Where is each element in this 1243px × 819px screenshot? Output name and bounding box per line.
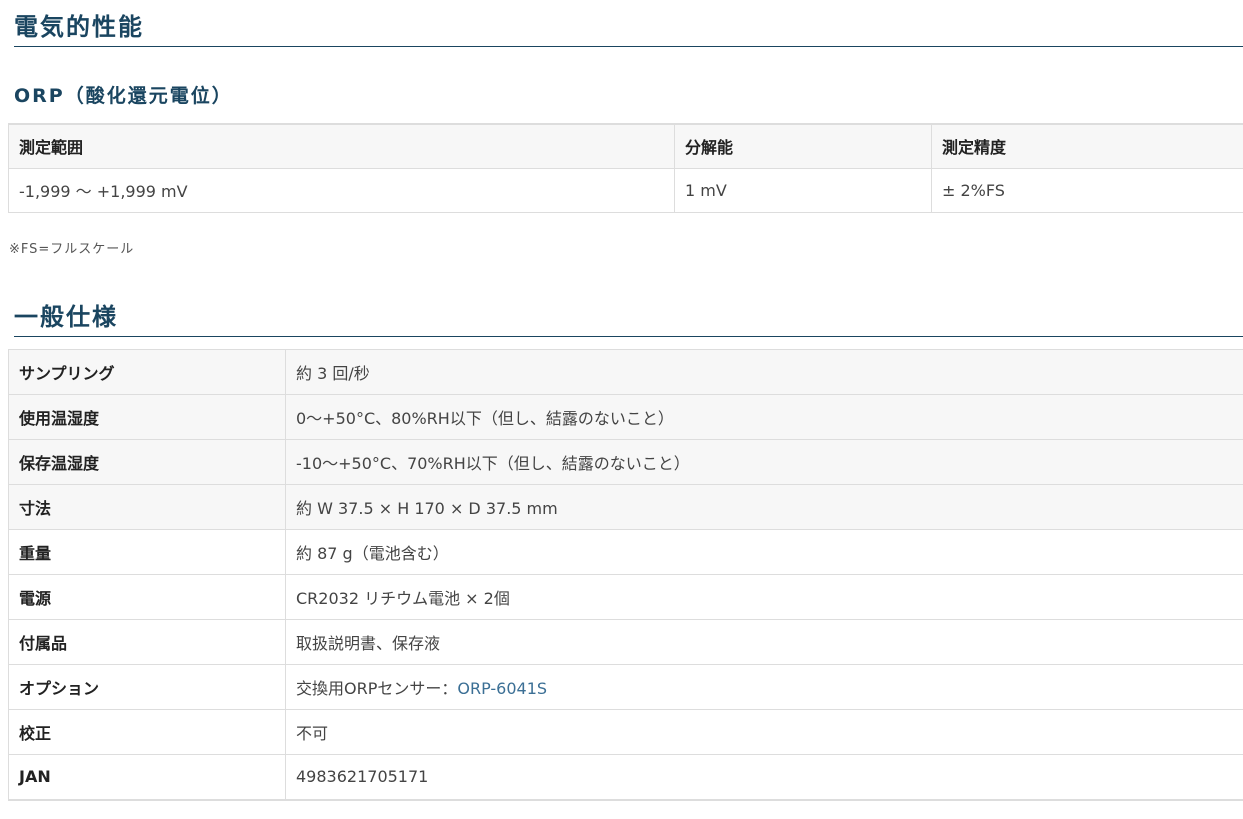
- spec-value: -10〜+50°C、70%RH以下（但し、結露のないこと）: [285, 439, 1243, 485]
- spec-value: 0〜+50°C、80%RH以下（但し、結露のないこと）: [285, 394, 1243, 440]
- spec-value: 取扱説明書、保存液: [285, 619, 1243, 665]
- spec-value: 約 W 37.5 × H 170 × D 37.5 mm: [285, 484, 1243, 530]
- spec-label: オプション: [8, 664, 286, 710]
- spec-label: 付属品: [8, 619, 286, 665]
- orp-header-range: 測定範囲: [8, 124, 675, 168]
- spec-row-operating-env: 使用温湿度 0〜+50°C、80%RH以下（但し、結露のないこと）: [8, 394, 1243, 440]
- spec-row-storage-env: 保存温湿度 -10〜+50°C、70%RH以下（但し、結露のないこと）: [8, 439, 1243, 485]
- spec-row-dimensions: 寸法 約 W 37.5 × H 170 × D 37.5 mm: [8, 484, 1243, 530]
- spec-value: 4983621705171: [285, 754, 1243, 800]
- orp-title: ORP（酸化還元電位）: [14, 85, 233, 107]
- spec-row-calibration: 校正 不可: [8, 709, 1243, 755]
- spec-value: 約 87 g（電池含む）: [285, 529, 1243, 575]
- section-title-electrical: 電気的性能: [14, 12, 1243, 47]
- section-title-general: 一般仕様: [14, 302, 1243, 337]
- orp-value-range: -1,999 〜 +1,999 mV: [8, 167, 675, 212]
- spec-row-power: 電源 CR2032 リチウム電池 × 2個: [8, 574, 1243, 620]
- fs-note: ※FS=フルスケール: [9, 242, 135, 257]
- spec-label: 使用温湿度: [8, 394, 286, 440]
- spec-row-accessories: 付属品 取扱説明書、保存液: [8, 619, 1243, 665]
- spec-label: 重量: [8, 529, 286, 575]
- spec-value: 約 3 回/秒: [285, 349, 1243, 395]
- spec-label: 保存温湿度: [8, 439, 286, 485]
- orp-table: 測定範囲 分解能 測定精度 -1,999 〜 +1,999 mV 1 mV ± …: [8, 123, 1243, 213]
- orp-header-accuracy: 測定精度: [931, 124, 1243, 168]
- orp-header-row: 測定範囲 分解能 測定精度: [8, 124, 1243, 168]
- spec-row-sampling: サンプリング 約 3 回/秒: [8, 349, 1243, 395]
- orp-sensor-link[interactable]: ORP-6041S: [457, 679, 547, 698]
- spec-label: 電源: [8, 574, 286, 620]
- option-prefix: 交換用ORPセンサー：: [296, 679, 458, 698]
- orp-header-resolution: 分解能: [674, 124, 932, 168]
- orp-value-resolution: 1 mV: [674, 167, 932, 212]
- orp-value-row: -1,999 〜 +1,999 mV 1 mV ± 2%FS: [8, 167, 1243, 212]
- spec-row-options: オプション 交換用ORPセンサー：ORP-6041S: [8, 664, 1243, 710]
- spec-row-weight: 重量 約 87 g（電池含む）: [8, 529, 1243, 575]
- spec-value: 不可: [285, 709, 1243, 755]
- orp-value-accuracy: ± 2%FS: [931, 167, 1243, 212]
- spec-value: CR2032 リチウム電池 × 2個: [285, 574, 1243, 620]
- spec-label: 校正: [8, 709, 286, 755]
- spec-row-jan: JAN 4983621705171: [8, 754, 1243, 800]
- spec-label: サンプリング: [8, 349, 286, 395]
- spec-value: 交換用ORPセンサー：ORP-6041S: [285, 664, 1243, 710]
- spec-label: JAN: [8, 754, 286, 800]
- spec-table: サンプリング 約 3 回/秒 使用温湿度 0〜+50°C、80%RH以下（但し、…: [8, 349, 1243, 801]
- spec-label: 寸法: [8, 484, 286, 530]
